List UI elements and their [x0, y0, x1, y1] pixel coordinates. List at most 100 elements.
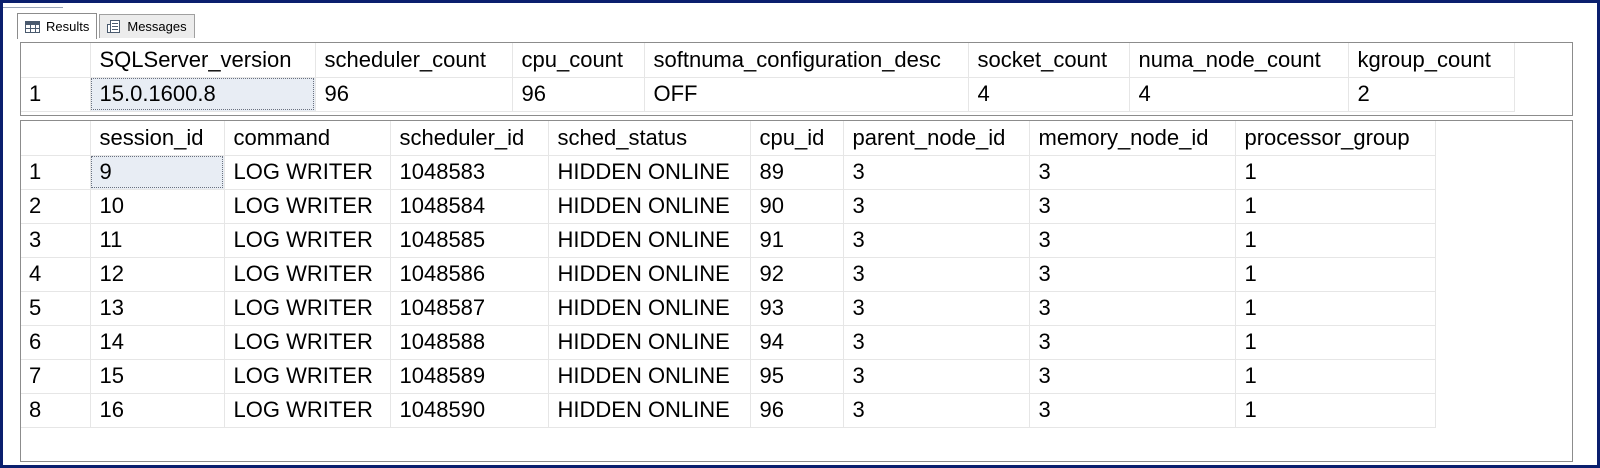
table-cell[interactable]: 92: [750, 257, 844, 292]
column-header[interactable]: processor_group: [1235, 121, 1436, 156]
table-cell[interactable]: 1048590: [390, 393, 549, 428]
row-number[interactable]: 1: [21, 155, 91, 190]
table-cell[interactable]: HIDDEN ONLINE: [548, 223, 751, 258]
table-cell[interactable]: OFF: [644, 77, 969, 112]
table-cell[interactable]: 90: [750, 189, 844, 224]
table-cell[interactable]: 12: [90, 257, 225, 292]
column-header[interactable]: sched_status: [548, 121, 751, 156]
result-grid-2[interactable]: session_id command scheduler_id sched_statu…: [20, 120, 1573, 462]
table-cell[interactable]: LOG WRITER: [224, 359, 391, 394]
table-cell[interactable]: 1: [1235, 257, 1436, 292]
table-cell[interactable]: 10: [90, 189, 225, 224]
table-cell[interactable]: HIDDEN ONLINE: [548, 393, 751, 428]
table-row[interactable]: 6 14 LOG WRITER 1048588 HIDDEN ONLINE 94 3 3 1: [21, 325, 1436, 360]
table-cell[interactable]: 1048584: [390, 189, 549, 224]
table-cell[interactable]: 93: [750, 291, 844, 326]
table-cell[interactable]: 3: [1029, 223, 1236, 258]
column-header[interactable]: scheduler_count: [315, 43, 513, 78]
column-header[interactable]: softnuma_configuration_desc: [644, 43, 969, 78]
table-cell[interactable]: 3: [843, 257, 1030, 292]
table-cell[interactable]: 3: [1029, 189, 1236, 224]
row-number[interactable]: 5: [21, 291, 91, 326]
column-header[interactable]: command: [224, 121, 391, 156]
table-cell[interactable]: 3: [1029, 325, 1236, 360]
table-cell[interactable]: 1: [1235, 325, 1436, 360]
result-grid-1[interactable]: SQLServer_version scheduler_count cpu_coun…: [20, 42, 1573, 116]
row-number[interactable]: 2: [21, 189, 91, 224]
column-header[interactable]: session_id: [90, 121, 225, 156]
table-row[interactable]: 2 10 LOG WRITER 1048584 HIDDEN ONLINE 90 3 3 1: [21, 189, 1436, 224]
table-cell[interactable]: 3: [843, 359, 1030, 394]
table-cell[interactable]: 2: [1348, 77, 1515, 112]
table-cell[interactable]: 1048587: [390, 291, 549, 326]
table-cell[interactable]: HIDDEN ONLINE: [548, 189, 751, 224]
table-cell[interactable]: 3: [1029, 359, 1236, 394]
column-header[interactable]: cpu_id: [750, 121, 844, 156]
table-cell[interactable]: 1: [1235, 189, 1436, 224]
table-row[interactable]: 1 9 LOG WRITER 1048583 HIDDEN ONLINE 89 3 3 1: [21, 155, 1436, 190]
table-row[interactable]: 1 15.0.1600.8 96 96 OFF 4 4 2: [21, 77, 1515, 112]
row-number[interactable]: 3: [21, 223, 91, 258]
table-cell[interactable]: LOG WRITER: [224, 325, 391, 360]
table-cell[interactable]: 15: [90, 359, 225, 394]
table-cell[interactable]: 4: [968, 77, 1130, 112]
table-row[interactable]: 3 11 LOG WRITER 1048585 HIDDEN ONLINE 91 3 3 1: [21, 223, 1436, 258]
table-cell[interactable]: 1: [1235, 223, 1436, 258]
table-cell[interactable]: 96: [750, 393, 844, 428]
table-cell[interactable]: 11: [90, 223, 225, 258]
tab-results[interactable]: Results: [17, 13, 98, 39]
table-cell[interactable]: HIDDEN ONLINE: [548, 155, 751, 190]
tab-messages[interactable]: Messages: [99, 14, 195, 38]
table-cell[interactable]: 1: [1235, 291, 1436, 326]
table-row[interactable]: 5 13 LOG WRITER 1048587 HIDDEN ONLINE 93 3 3 1: [21, 291, 1436, 326]
table-cell[interactable]: 3: [843, 223, 1030, 258]
table-cell[interactable]: 96: [315, 77, 513, 112]
table-cell[interactable]: HIDDEN ONLINE: [548, 359, 751, 394]
table-row[interactable]: 8 16 LOG WRITER 1048590 HIDDEN ONLINE 96 3 3 1: [21, 393, 1436, 428]
table-cell[interactable]: 1048586: [390, 257, 549, 292]
row-number[interactable]: 7: [21, 359, 91, 394]
table-cell[interactable]: 4: [1129, 77, 1349, 112]
column-header[interactable]: socket_count: [968, 43, 1130, 78]
table-cell[interactable]: HIDDEN ONLINE: [548, 325, 751, 360]
column-header[interactable]: cpu_count: [512, 43, 645, 78]
table-cell[interactable]: 3: [843, 189, 1030, 224]
table-cell[interactable]: 1: [1235, 393, 1436, 428]
table-cell[interactable]: 1: [1235, 359, 1436, 394]
table-cell[interactable]: 1: [1235, 155, 1436, 190]
table-cell[interactable]: LOG WRITER: [224, 257, 391, 292]
table-cell[interactable]: 1048589: [390, 359, 549, 394]
table-cell[interactable]: LOG WRITER: [224, 155, 391, 190]
column-header[interactable]: memory_node_id: [1029, 121, 1236, 156]
table-cell[interactable]: 3: [1029, 291, 1236, 326]
table-cell[interactable]: 14: [90, 325, 225, 360]
table-cell[interactable]: 1048583: [390, 155, 549, 190]
selected-cell[interactable]: 9: [90, 155, 225, 190]
table-cell[interactable]: 91: [750, 223, 844, 258]
table-cell[interactable]: 96: [512, 77, 645, 112]
table-cell[interactable]: 3: [843, 291, 1030, 326]
column-header[interactable]: parent_node_id: [843, 121, 1030, 156]
column-header[interactable]: numa_node_count: [1129, 43, 1349, 78]
table-cell[interactable]: 3: [843, 393, 1030, 428]
table-cell[interactable]: 1048588: [390, 325, 549, 360]
row-number[interactable]: 4: [21, 257, 91, 292]
row-number-header[interactable]: [21, 121, 91, 156]
column-header[interactable]: scheduler_id: [390, 121, 549, 156]
table-cell[interactable]: 3: [1029, 155, 1236, 190]
table-cell[interactable]: 1048585: [390, 223, 549, 258]
table-cell[interactable]: HIDDEN ONLINE: [548, 257, 751, 292]
row-number[interactable]: 8: [21, 393, 91, 428]
table-row[interactable]: 4 12 LOG WRITER 1048586 HIDDEN ONLINE 92 3 3 1: [21, 257, 1436, 292]
table-cell[interactable]: 3: [843, 325, 1030, 360]
table-row[interactable]: 7 15 LOG WRITER 1048589 HIDDEN ONLINE 95 3 3 1: [21, 359, 1436, 394]
table-cell[interactable]: HIDDEN ONLINE: [548, 291, 751, 326]
row-number[interactable]: 6: [21, 325, 91, 360]
table-cell[interactable]: 94: [750, 325, 844, 360]
row-number-header[interactable]: [21, 43, 91, 78]
table-cell[interactable]: LOG WRITER: [224, 189, 391, 224]
table-cell[interactable]: LOG WRITER: [224, 291, 391, 326]
table-cell[interactable]: LOG WRITER: [224, 223, 391, 258]
row-number[interactable]: 1: [21, 77, 91, 112]
table-cell[interactable]: 3: [1029, 257, 1236, 292]
